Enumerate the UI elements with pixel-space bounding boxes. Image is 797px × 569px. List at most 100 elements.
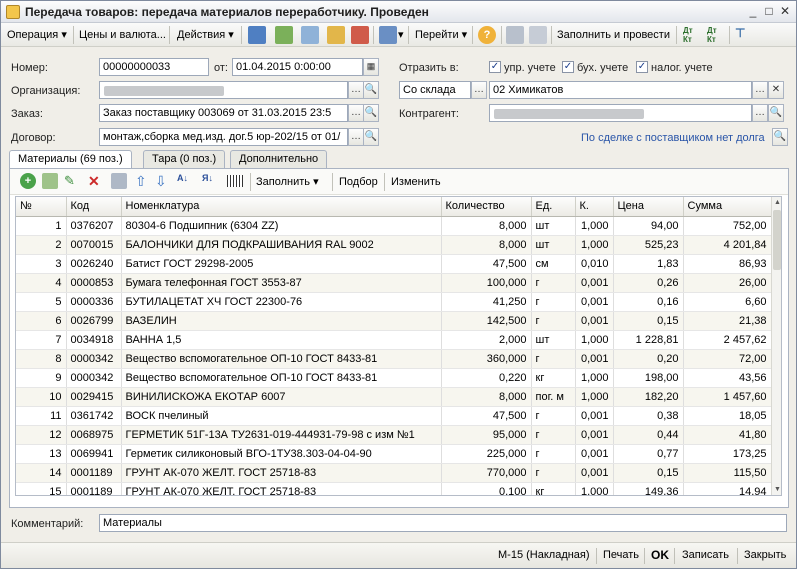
cell-number[interactable]: 5 xyxy=(16,292,67,312)
cell-number[interactable]: 12 xyxy=(16,425,67,445)
cell-nomenclature[interactable]: БАЛОНЧИКИ ДЛЯ ПОДКРАШИВАНИЯ RAL 9002 xyxy=(121,235,442,255)
operation-menu[interactable]: Операция ▾ xyxy=(7,26,67,44)
debt-status-link[interactable]: По сделке с поставщиком нет долга xyxy=(581,132,765,144)
ok-button[interactable]: OK xyxy=(651,548,669,562)
cell-code[interactable]: 0000336 xyxy=(66,292,122,312)
cell-code[interactable]: 0000342 xyxy=(66,349,122,369)
mgmt-accounting-checkbox[interactable]: ✓ xyxy=(489,61,501,73)
cell-unit[interactable]: г xyxy=(531,311,576,331)
cell-quantity[interactable]: 47,500 xyxy=(441,406,532,426)
cell-quantity[interactable]: 360,000 xyxy=(441,349,532,369)
move-up-icon[interactable]: ⇧ xyxy=(135,173,151,189)
cell-nomenclature[interactable]: ГРУНТ АК-070 ЖЕЛТ. ГОСТ 25718-83 xyxy=(121,463,442,483)
cell-nomenclature[interactable]: ГЕРМЕТИК 51Г-13А ТУ2631-019-444931-79-98… xyxy=(121,425,442,445)
cell-sum[interactable]: 4 201,84 xyxy=(683,235,772,255)
cell-coefficient[interactable]: 0,010 xyxy=(575,254,614,274)
cell-nomenclature[interactable]: Вещество вспомогательное ОП-10 ГОСТ 8433… xyxy=(121,349,442,369)
warehouse-select-button[interactable]: … xyxy=(752,81,768,99)
cell-quantity[interactable]: 8,000 xyxy=(441,387,532,407)
cell-price[interactable]: 149,36 xyxy=(613,482,684,495)
cell-unit[interactable]: шт xyxy=(531,235,576,255)
cell-code[interactable]: 0068975 xyxy=(66,425,122,445)
table-row[interactable]: 5 0000336 БУТИЛАЦЕТАТ ХЧ ГОСТ 22300-76 41,2… xyxy=(16,292,772,312)
cell-code[interactable]: 0361742 xyxy=(66,406,122,426)
debt-search-icon[interactable]: 🔍 xyxy=(772,128,788,146)
cell-price[interactable]: 198,00 xyxy=(613,368,684,388)
table-row[interactable]: 11 0361742 ВОСК пчелиный 47,500 г 0,001 0,38 18… xyxy=(16,406,772,426)
dt-kt-tax-icon[interactable]: Дт Кт xyxy=(707,26,725,44)
save-button[interactable]: Записать xyxy=(682,549,729,561)
cell-price[interactable]: 0,44 xyxy=(613,425,684,445)
list-icon[interactable] xyxy=(529,26,547,44)
contractor-select-button[interactable]: … xyxy=(752,104,768,122)
organization-search-icon[interactable]: 🔍 xyxy=(363,81,379,99)
table-row[interactable]: 1 0376207 80304-6 Подшипник (6304 ZZ) 8,000… xyxy=(16,216,772,236)
cell-code[interactable]: 0376207 xyxy=(66,216,122,236)
cell-code[interactable]: 0026799 xyxy=(66,311,122,331)
cell-unit[interactable]: шт xyxy=(531,330,576,350)
cell-nomenclature[interactable]: БУТИЛАЦЕТАТ ХЧ ГОСТ 22300-76 xyxy=(121,292,442,312)
accounting-checkbox[interactable]: ✓ xyxy=(562,61,574,73)
contract-select-button[interactable]: … xyxy=(348,128,364,146)
table-row[interactable]: 10 0029415 ВИНИЛИСКОЖА ЕКОТАР 6007 8,000 пог… xyxy=(16,387,772,407)
barcode-icon[interactable] xyxy=(227,175,243,187)
cell-price[interactable]: 0,26 xyxy=(613,273,684,293)
cell-unit[interactable]: г xyxy=(531,349,576,369)
copy-document-icon[interactable] xyxy=(301,26,319,44)
cell-unit[interactable]: см xyxy=(531,254,576,274)
structure-dropdown-icon[interactable]: ▾ xyxy=(398,26,404,44)
cell-nomenclature[interactable]: Батист ГОСТ 29298-2005 xyxy=(121,254,442,274)
cell-nomenclature[interactable]: Бумага телефонная ГОСТ 3553-87 xyxy=(121,273,442,293)
cell-code[interactable]: 0070015 xyxy=(66,235,122,255)
cell-coefficient[interactable]: 0,001 xyxy=(575,463,614,483)
copy-row-icon[interactable] xyxy=(42,173,58,189)
warehouse-clear-icon[interactable]: ✕ xyxy=(768,81,784,99)
cell-unit[interactable]: кг xyxy=(531,368,576,388)
cell-coefficient[interactable]: 0,001 xyxy=(575,311,614,331)
refresh-icon[interactable] xyxy=(275,26,293,44)
actions-menu[interactable]: Действия ▾ xyxy=(177,26,234,44)
cell-number[interactable]: 6 xyxy=(16,311,67,331)
cell-quantity[interactable]: 225,000 xyxy=(441,444,532,464)
tax-accounting-checkbox[interactable]: ✓ xyxy=(636,61,648,73)
cell-number[interactable]: 10 xyxy=(16,387,67,407)
scroll-thumb[interactable] xyxy=(773,210,781,270)
order-field[interactable]: Заказ поставщику 003069 от 31.03.2015 23… xyxy=(99,104,348,122)
structure-icon[interactable] xyxy=(379,26,397,44)
tab-containers[interactable]: Тара (0 поз.) xyxy=(143,150,226,168)
sort-ascending-icon[interactable]: A↓ xyxy=(177,173,193,189)
goto-document-icon[interactable] xyxy=(248,26,266,44)
cell-nomenclature[interactable]: ВОСК пчелиный xyxy=(121,406,442,426)
cell-number[interactable]: 15 xyxy=(16,482,67,495)
cell-number[interactable]: 2 xyxy=(16,235,67,255)
cell-quantity[interactable]: 100,000 xyxy=(441,273,532,293)
cell-coefficient[interactable]: 0,001 xyxy=(575,349,614,369)
post-document-icon[interactable] xyxy=(327,26,345,44)
contract-search-icon[interactable]: 🔍 xyxy=(363,128,379,146)
scroll-down-icon[interactable]: ▼ xyxy=(772,484,781,495)
cell-nomenclature[interactable]: ВИНИЛИСКОЖА ЕКОТАР 6007 xyxy=(121,387,442,407)
structure-tree-icon[interactable]: ⊤ xyxy=(735,26,753,44)
tab-materials[interactable]: Материалы (69 поз.) xyxy=(9,150,132,169)
cell-price[interactable]: 0,38 xyxy=(613,406,684,426)
cell-sum[interactable]: 115,50 xyxy=(683,463,772,483)
end-edit-icon[interactable] xyxy=(111,173,127,189)
cell-sum[interactable]: 26,00 xyxy=(683,273,772,293)
cell-quantity[interactable]: 47,500 xyxy=(441,254,532,274)
col-header-nomenclature[interactable]: Номенклатура xyxy=(121,197,442,217)
cell-unit[interactable]: шт xyxy=(531,216,576,236)
cell-coefficient[interactable]: 0,001 xyxy=(575,292,614,312)
add-row-icon[interactable]: + xyxy=(20,173,36,189)
cell-quantity[interactable]: 8,000 xyxy=(441,216,532,236)
cell-quantity[interactable]: 2,000 xyxy=(441,330,532,350)
col-header-price[interactable]: Цена xyxy=(613,197,684,217)
cell-number[interactable]: 4 xyxy=(16,273,67,293)
close-icon[interactable]: ✕ xyxy=(777,4,793,20)
cell-sum[interactable]: 18,05 xyxy=(683,406,772,426)
cell-coefficient[interactable]: 1,000 xyxy=(575,368,614,388)
cell-number[interactable]: 3 xyxy=(16,254,67,274)
cell-number[interactable]: 8 xyxy=(16,349,67,369)
cell-quantity[interactable]: 770,000 xyxy=(441,463,532,483)
cell-price[interactable]: 0,20 xyxy=(613,349,684,369)
cell-unit[interactable]: г xyxy=(531,406,576,426)
